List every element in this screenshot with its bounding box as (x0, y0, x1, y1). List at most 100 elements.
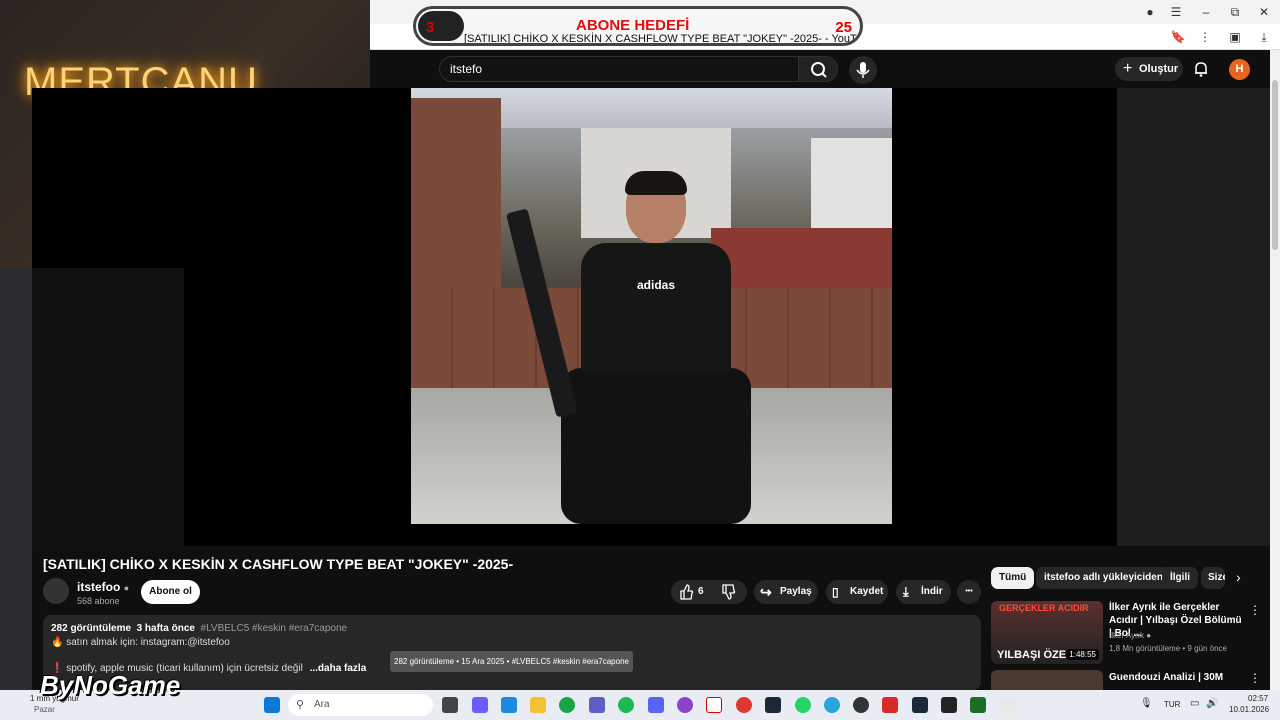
chip-related[interactable]: İlgili (1162, 567, 1198, 589)
recommendation-channel[interactable]: İlker Ayrık ● (1109, 631, 1151, 640)
volume-icon[interactable]: 🔊 (1206, 698, 1218, 709)
active-tab[interactable]: 3 ABONE HEDEFİ 25 [SATILIK] CHİKO X KESK… (413, 6, 863, 46)
save-label: Kaydet (850, 586, 884, 597)
download-icon[interactable]: ⤓ (1254, 28, 1274, 46)
video-duration: 1:48:55 (1066, 649, 1099, 660)
brand-watermark: ByNoGame (40, 670, 181, 700)
clock-time[interactable]: 02:57 (1248, 694, 1268, 703)
minimize-button[interactable]: – (1196, 3, 1216, 21)
recommendation-thumbnail[interactable]: GERÇEKLER ACIDIR YILBAŞI ÖZE 1:48:55 (991, 601, 1103, 664)
recommendation-menu-icon[interactable]: ⋮ (1249, 603, 1261, 617)
shirt-logo: adidas (636, 278, 675, 292)
save-icon: ▯ (832, 585, 839, 599)
account-avatar[interactable]: H (1229, 59, 1250, 80)
app-icon[interactable] (1000, 697, 1016, 713)
share-label: Paylaş (780, 586, 812, 597)
like-dislike-group: 6 (671, 580, 747, 604)
dislike-button[interactable] (721, 580, 737, 614)
voice-search-button[interactable] (849, 56, 877, 84)
steam-icon[interactable] (765, 697, 781, 713)
windows-start-icon[interactable] (264, 697, 280, 713)
menu-icon[interactable]: ☰ (1166, 3, 1186, 21)
discord-icon[interactable] (648, 697, 664, 713)
opera-icon[interactable] (736, 697, 752, 713)
chevron-right-icon[interactable]: › (1236, 569, 1241, 585)
create-label: Oluştur (1139, 63, 1179, 75)
frame-person: adidas (561, 171, 751, 524)
channel-avatar[interactable] (43, 578, 69, 604)
language-indicator[interactable]: TUR (1164, 700, 1180, 709)
whatsapp-icon[interactable] (795, 697, 811, 713)
app-icon[interactable] (677, 697, 693, 713)
teams-icon[interactable] (589, 697, 605, 713)
clock-date[interactable]: 10.01.2026 (1229, 705, 1269, 714)
frame-roof (711, 228, 892, 288)
bell-icon (1195, 62, 1207, 77)
recommendation-meta: 1,8 Mn görüntüleme • 9 gün önce (1109, 644, 1227, 653)
notifications-button[interactable] (1192, 60, 1210, 78)
app-icon[interactable] (970, 697, 986, 713)
save-button[interactable]: ▯ Kaydet (826, 580, 888, 604)
recommendation-menu-icon[interactable]: ⋮ (1249, 671, 1261, 685)
taskbar-search[interactable]: ⚲ Ara (288, 694, 433, 716)
goal-current: 3 (426, 19, 435, 36)
close-button[interactable]: ✕ (1254, 3, 1274, 21)
more-actions-button[interactable]: ••• (957, 580, 981, 604)
like-count: 6 (698, 586, 704, 597)
telegram-icon[interactable] (824, 697, 840, 713)
search-input[interactable]: itstefo (439, 56, 799, 82)
plus-icon: + (1123, 60, 1133, 77)
search-icon (811, 62, 827, 78)
video-title: [SATILIK] CHİKO X KESKİN X CASHFLOW TYPE… (43, 556, 514, 572)
create-button[interactable]: + Oluştur (1115, 57, 1183, 81)
tooltip: 282 görüntüleme • 15 Ara 2025 • #LVBELC5… (390, 651, 633, 672)
download-button[interactable]: ⤓ İndir (896, 580, 951, 604)
search-button[interactable] (798, 56, 838, 82)
edge-icon[interactable] (501, 697, 517, 713)
video-frame[interactable]: adidas (411, 88, 892, 524)
taskbar-search-placeholder: Ara (314, 699, 330, 710)
network-icon[interactable]: ▭ (1190, 698, 1199, 709)
download-icon: ⤓ (903, 584, 909, 599)
verified-icon: ● (123, 583, 130, 593)
recommendation-thumbnail[interactable] (991, 670, 1103, 692)
more-options-icon[interactable]: ⋮ (1195, 28, 1215, 46)
task-view-icon[interactable] (442, 697, 458, 713)
extensions-icon[interactable]: ▣ (1225, 28, 1245, 46)
channel-name[interactable]: itstefoo ● (77, 580, 129, 594)
spotify-icon[interactable] (618, 697, 634, 713)
subscribe-button[interactable]: Abone ol (141, 580, 200, 604)
app-icon[interactable] (941, 697, 957, 713)
verified-icon: ● (1146, 631, 1152, 640)
app-icon[interactable] (853, 697, 869, 713)
share-button[interactable]: ↪ Paylaş (754, 580, 818, 604)
profile-icon[interactable]: ● (1140, 3, 1160, 21)
channel-name-text: itstefoo (77, 580, 121, 594)
weather-day: Pazar (34, 705, 55, 714)
like-button[interactable] (679, 580, 695, 614)
subscriber-count: 568 abone (77, 596, 120, 606)
view-count: 282 görüntüleme (51, 623, 132, 634)
maximize-button[interactable]: ⧉ (1225, 3, 1245, 21)
app-icon[interactable] (882, 697, 898, 713)
frame-person-hair (625, 171, 687, 195)
chip-from-uploader[interactable]: itstefoo adlı yükleyiciden (1036, 567, 1171, 589)
hashtags[interactable]: #LVBELC5 #keskin #era7capone (201, 623, 348, 634)
microphone-icon[interactable]: 🎙 (1140, 698, 1153, 709)
desktop-background (0, 268, 32, 690)
recommendation-title[interactable]: Guendouzi Analizi | 30M (1109, 671, 1244, 686)
show-more-link[interactable]: ...daha fazla (310, 663, 367, 674)
chrome-icon[interactable] (559, 697, 575, 713)
copilot-icon[interactable] (472, 697, 488, 713)
chip-all[interactable]: Tümü (991, 567, 1035, 589)
chip-for-you[interactable]: Size (1201, 567, 1225, 589)
thumbs-up-icon (680, 584, 694, 600)
file-explorer-icon[interactable] (530, 697, 546, 713)
yandex-icon[interactable] (706, 697, 722, 713)
steam-icon[interactable] (912, 697, 928, 713)
bookmark-icon[interactable]: 🔖 (1168, 28, 1188, 46)
subscriber-goal-progress (418, 11, 464, 41)
scrollbar-thumb[interactable] (1272, 80, 1278, 250)
description-line: 🔥 satın almak için: instagram:@itstefoo (51, 637, 230, 648)
share-icon: ↪ (760, 584, 772, 600)
